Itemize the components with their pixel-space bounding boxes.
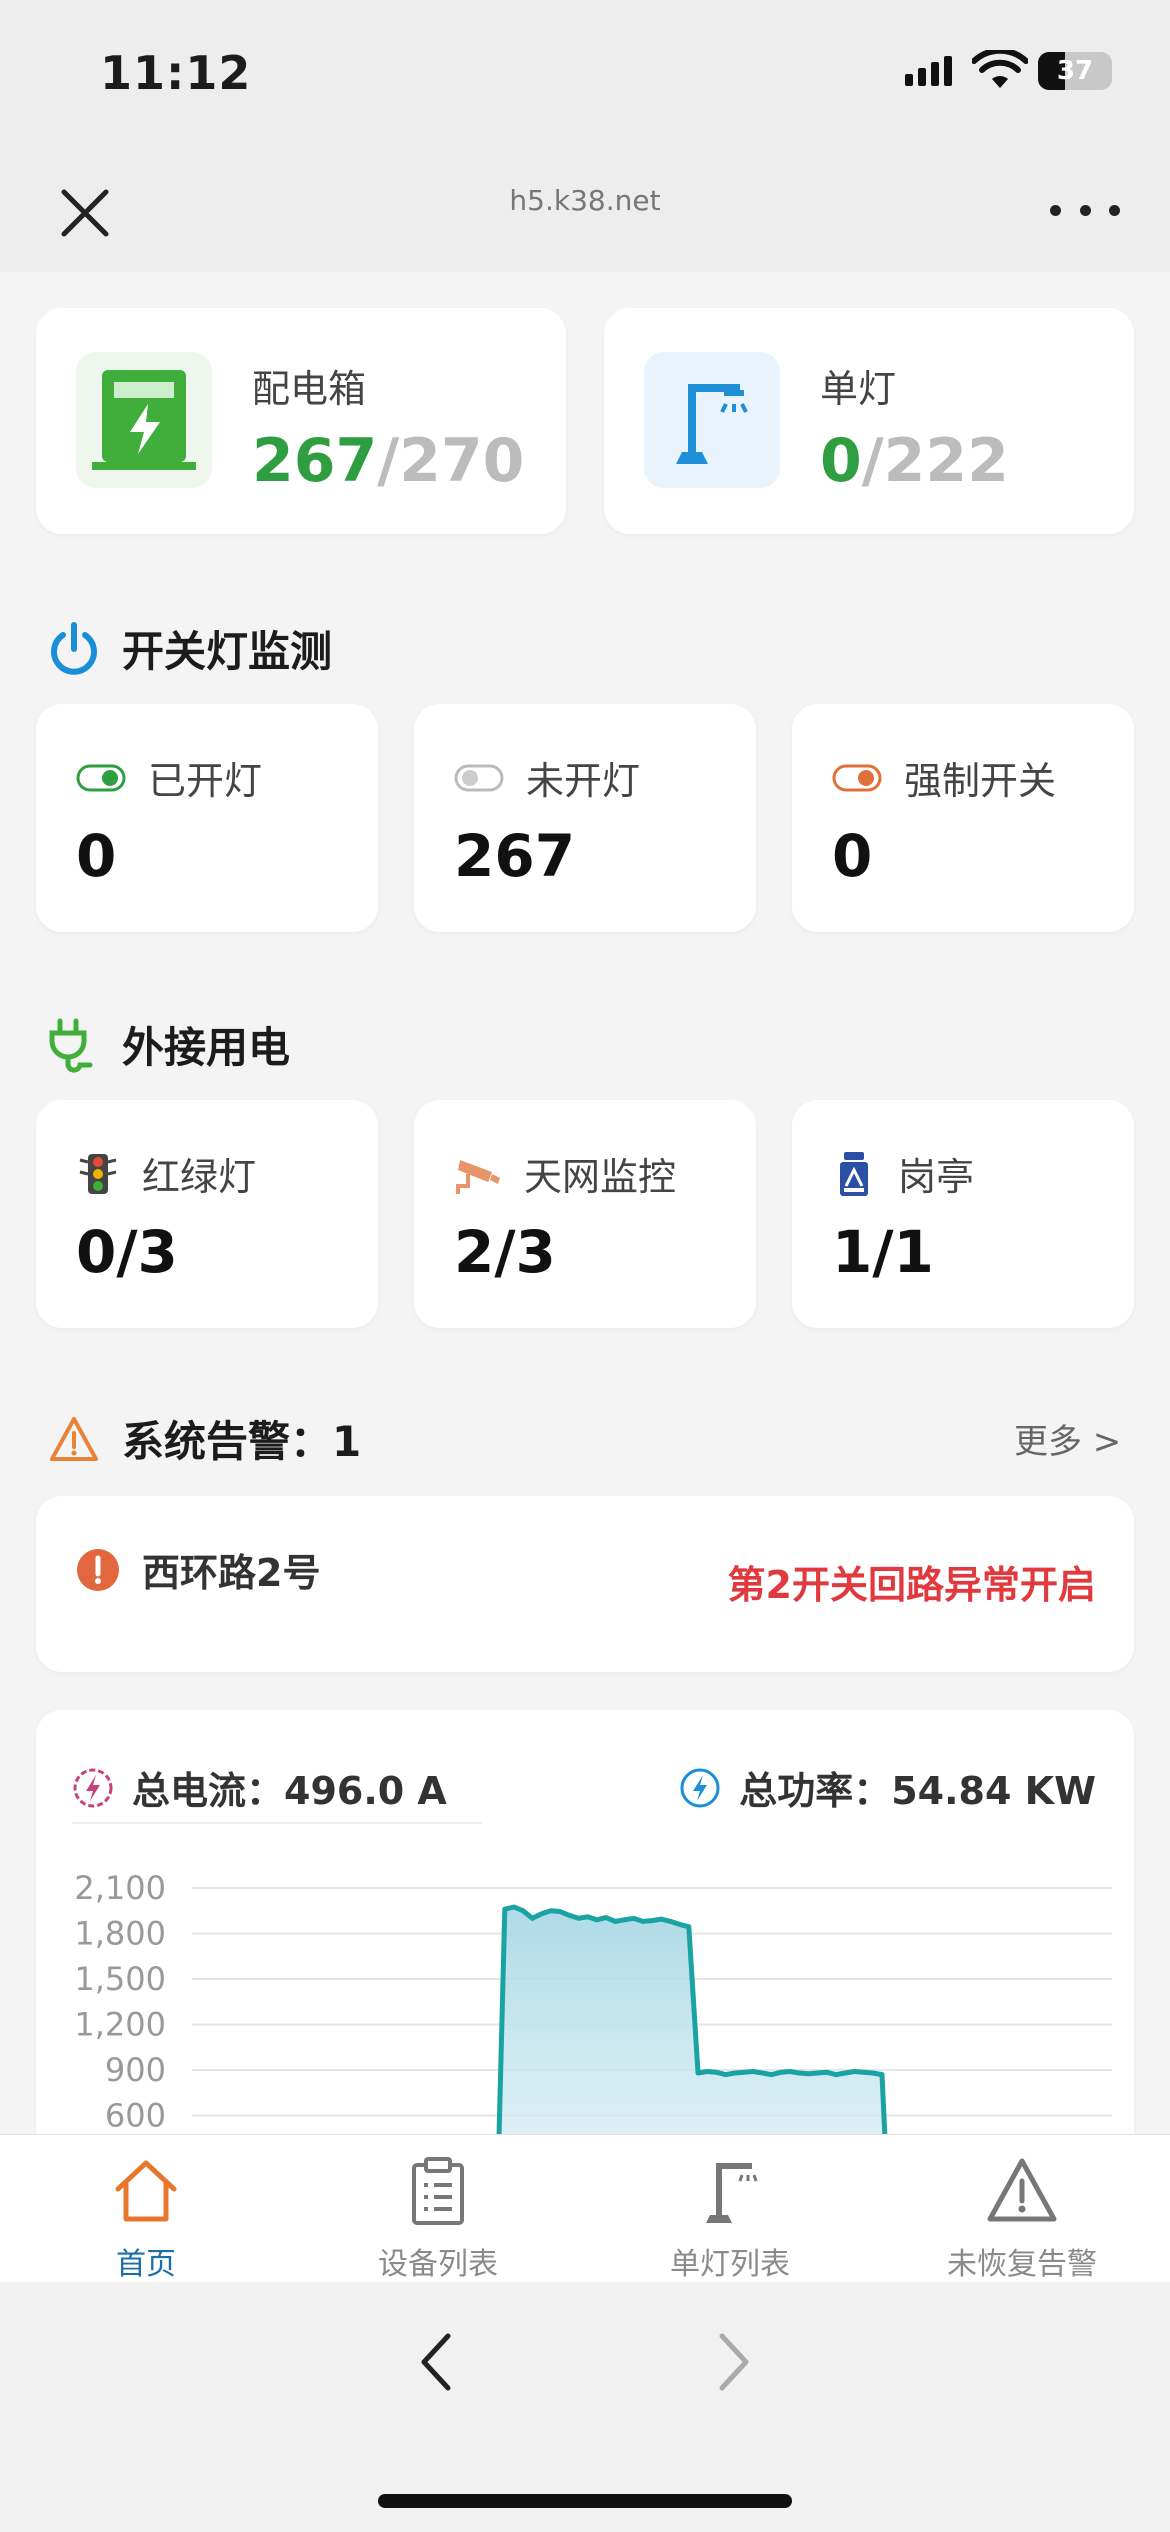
back-button[interactable] xyxy=(410,2322,460,2402)
plug-icon xyxy=(46,1017,102,1073)
tab-label: 设备列表 xyxy=(378,2247,498,2282)
tab-lamp-list[interactable]: 单灯列表 xyxy=(630,2153,830,2283)
distribution-box-card[interactable]: 配电箱 267/270 xyxy=(36,308,566,534)
card-value: 0 xyxy=(832,822,873,890)
online-count: 0/222 xyxy=(820,426,1009,496)
home-indicator xyxy=(378,2494,792,2508)
tab-label: 单灯列表 xyxy=(670,2247,790,2282)
distribution-box-icon xyxy=(76,352,212,488)
lights-off-card[interactable]: 未开灯 267 xyxy=(414,704,756,932)
traffic-light-card[interactable]: 红绿灯 0/3 xyxy=(36,1100,378,1328)
lights-on-card[interactable]: 已开灯 0 xyxy=(36,704,378,932)
close-icon xyxy=(61,189,109,237)
alarm-item[interactable]: 西环路2号 第2开关回路异常开启 xyxy=(36,1496,1134,1672)
warning-triangle-icon xyxy=(987,2158,1057,2222)
forward-button[interactable] xyxy=(710,2322,760,2402)
tab-label: 首页 xyxy=(116,2247,176,2282)
browser-header: h5.k38.net xyxy=(0,150,1170,272)
power-icon xyxy=(46,621,102,677)
toggle-on-icon xyxy=(76,764,126,791)
y-tick-label: 1,800 xyxy=(74,1915,166,1953)
chart-area xyxy=(498,1907,886,2150)
battery-level: 37 xyxy=(1056,56,1094,86)
card-value: 2/3 xyxy=(454,1218,556,1286)
chevron-right-icon xyxy=(719,2333,749,2391)
street-lamp-icon xyxy=(644,352,780,488)
tab-home[interactable]: 首页 xyxy=(46,2153,246,2283)
cellular-signal-icon xyxy=(905,56,952,86)
alarm-location: 西环路2号 xyxy=(142,1551,321,1595)
lamp-post-icon xyxy=(706,2163,758,2223)
online-count: 267/270 xyxy=(252,426,525,496)
more-alarms-link[interactable]: 更多 > xyxy=(1014,1414,1121,1463)
total-power: 总功率：54.84 KW xyxy=(679,1760,1096,1815)
dot-icon xyxy=(1109,204,1120,216)
warning-icon xyxy=(46,1411,102,1467)
battery-icon: 37 xyxy=(1038,52,1112,90)
current-icon xyxy=(73,1768,113,1807)
guard-booth-icon xyxy=(840,1151,868,1196)
status-bar: 11:12 37 xyxy=(0,0,1170,150)
toggle-off-icon xyxy=(454,764,504,791)
card-label: 已开灯 xyxy=(148,759,263,803)
card-label: 未开灯 xyxy=(526,759,641,803)
page-url: h5.k38.net xyxy=(509,184,661,217)
card-value: 267 xyxy=(454,822,576,890)
card-label: 强制开关 xyxy=(904,759,1057,803)
forced-switch-card[interactable]: 强制开关 0 xyxy=(792,704,1134,932)
guard-booth-card[interactable]: 岗亭 1/1 xyxy=(792,1100,1134,1328)
dot-icon xyxy=(1050,204,1061,216)
card-label: 天网监控 xyxy=(524,1155,677,1199)
divider xyxy=(72,1822,482,1824)
y-tick-label: 2,100 xyxy=(74,1869,166,1907)
y-tick-label: 600 xyxy=(105,2097,166,2135)
card-label: 红绿灯 xyxy=(142,1155,257,1199)
tab-unrecovered-alarms[interactable]: 未恢复告警 xyxy=(922,2153,1122,2283)
system-alarm-heading: 系统告警：1 xyxy=(46,1408,361,1469)
surveillance-camera-icon xyxy=(456,1159,500,1194)
single-lamp-card[interactable]: 单灯 0/222 xyxy=(604,308,1134,534)
power-icon xyxy=(680,1768,720,1807)
card-value: 0/3 xyxy=(76,1218,178,1286)
wifi-icon xyxy=(971,47,1029,94)
y-tick-label: 1,500 xyxy=(74,1960,166,1998)
toggle-forced-icon xyxy=(832,764,882,791)
card-label: 配电箱 xyxy=(252,367,367,411)
total-current: 总电流：496.0 A xyxy=(72,1760,447,1815)
switch-monitor-heading: 开关灯监测 xyxy=(46,618,332,679)
bottom-tab-bar: 首页 设备列表 单灯列表 未恢复告警 xyxy=(0,2134,1170,2282)
browser-toolbar xyxy=(0,2282,1170,2532)
chevron-left-icon xyxy=(421,2333,451,2391)
traffic-light-icon xyxy=(79,1153,117,1194)
current-chart: 2,100 1,800 1,500 1,200 900 600 xyxy=(72,1850,1132,2150)
y-tick-label: 1,200 xyxy=(74,2006,166,2044)
surveillance-card[interactable]: 天网监控 2/3 xyxy=(414,1100,756,1328)
tab-label: 未恢复告警 xyxy=(947,2247,1097,2282)
external-power-heading: 外接用电 xyxy=(46,1014,290,1075)
card-value: 1/1 xyxy=(832,1218,934,1286)
card-label: 单灯 xyxy=(820,367,897,411)
chart-svg: 2,100 1,800 1,500 1,200 900 600 xyxy=(74,1869,1112,2150)
card-value: 0 xyxy=(76,822,117,890)
home-icon xyxy=(115,2160,177,2222)
clipboard-list-icon xyxy=(412,2157,464,2225)
close-button[interactable] xyxy=(50,178,120,248)
alarm-message: 第2开关回路异常开启 xyxy=(727,1563,1096,1607)
card-label: 岗亭 xyxy=(898,1155,975,1199)
more-options-button[interactable] xyxy=(1050,190,1120,230)
alert-circle-icon xyxy=(77,1548,119,1591)
dot-icon xyxy=(1079,204,1091,216)
y-tick-label: 900 xyxy=(105,2051,166,2089)
status-time: 11:12 xyxy=(100,46,252,100)
tab-device-list[interactable]: 设备列表 xyxy=(338,2153,538,2283)
